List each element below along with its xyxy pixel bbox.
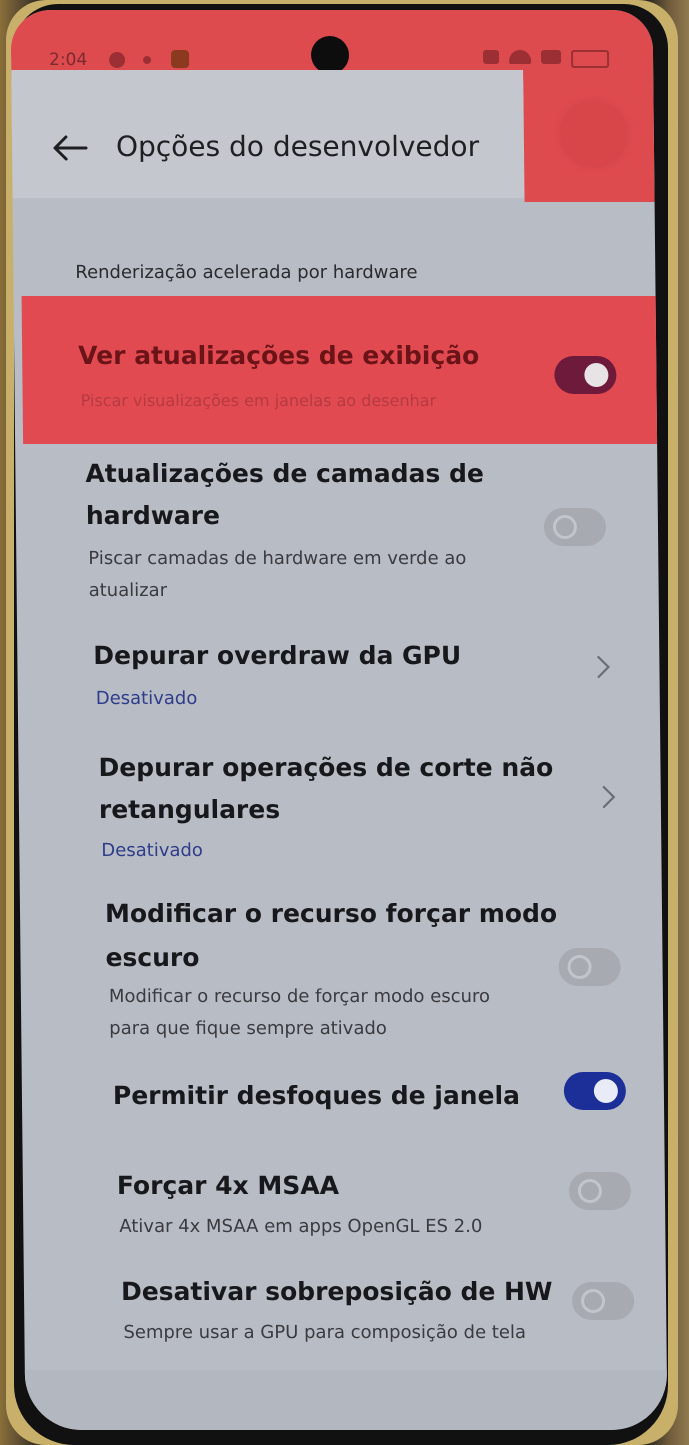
- highlight-overlay: [523, 70, 655, 202]
- setting-subtitle: Sempre usar a GPU para composição de tel…: [123, 1322, 527, 1343]
- setting-subtitle-line2: atualizar: [88, 580, 168, 601]
- app-notification-icon: [170, 50, 190, 68]
- arrow-left-icon[interactable]: [50, 132, 90, 164]
- setting-title-line2: hardware: [85, 501, 221, 530]
- wifi-icon: [508, 50, 532, 64]
- setting-title-line1: Depurar operações de corte não: [98, 753, 554, 782]
- toggle-show-view-updates[interactable]: [554, 356, 617, 394]
- setting-subtitle: Piscar visualizações em janelas ao desen…: [80, 391, 437, 410]
- setting-value: Desativado: [101, 840, 204, 861]
- notification-dot-icon: [143, 56, 152, 64]
- setting-title: Forçar 4x MSAA: [116, 1171, 340, 1200]
- setting-title-line1: Modificar o recurso forçar modo: [104, 899, 558, 928]
- setting-subtitle-line1: Piscar camadas de hardware em verde ao: [88, 548, 467, 569]
- toggle-window-blurs[interactable]: [563, 1072, 627, 1110]
- phone-screen: 2:04 Opções do desenvolvedor Renderizaçã…: [10, 10, 668, 1430]
- toggle-force-msaa[interactable]: [568, 1172, 632, 1210]
- notification-icon: [109, 52, 126, 68]
- nfc-icon: [482, 50, 500, 64]
- chevron-right-icon[interactable]: [601, 784, 617, 810]
- setting-value: Desativado: [95, 688, 198, 709]
- navigation-bar: [24, 1370, 668, 1430]
- setting-subtitle: Ativar 4x MSAA em apps OpenGL ES 2.0: [119, 1216, 483, 1237]
- setting-subtitle-line1: Modificar o recurso de forçar modo escur…: [108, 986, 491, 1007]
- front-camera: [310, 36, 350, 74]
- app-bar: Opções do desenvolvedor: [11, 70, 525, 198]
- cast-icon: [540, 50, 562, 64]
- section-header: Renderização acelerada por hardware: [75, 262, 418, 283]
- setting-title-line2: escuro: [105, 943, 200, 972]
- chevron-right-icon[interactable]: [595, 654, 611, 680]
- overlay-circle: [561, 102, 627, 166]
- setting-title: Permitir desfoques de janela: [112, 1081, 521, 1110]
- setting-title: Desativar sobreposição de HW: [120, 1277, 553, 1306]
- status-icons: [482, 50, 610, 68]
- battery-icon: [570, 50, 610, 68]
- setting-title-line2: retangulares: [98, 795, 281, 824]
- toggle-hw-layer-updates[interactable]: [543, 508, 607, 546]
- setting-row-show-view-updates[interactable]: Ver atualizações de exibição Piscar visu…: [21, 296, 664, 444]
- setting-title: Ver atualizações de exibição: [78, 341, 480, 370]
- setting-title: Depurar overdraw da GPU: [93, 641, 462, 670]
- setting-title-line1: Atualizações de camadas de: [85, 459, 485, 488]
- toggle-force-dark[interactable]: [558, 948, 621, 986]
- status-time: 2:04: [48, 50, 88, 70]
- toggle-disable-hw-overlays[interactable]: [571, 1282, 635, 1320]
- setting-subtitle-line2: para que fique sempre ativado: [109, 1018, 387, 1039]
- page-title: Opções do desenvolvedor: [115, 130, 480, 163]
